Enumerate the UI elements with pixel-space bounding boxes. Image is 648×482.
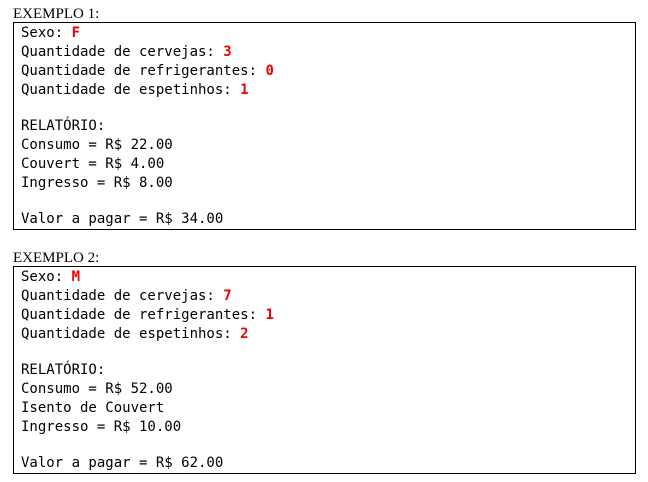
example-title: EXEMPLO 2:: [13, 250, 100, 266]
example-1-section: EXEMPLO 1: Sexo: F Quantidade de cerveja…: [13, 6, 636, 230]
input-value: 0: [265, 63, 274, 79]
input-line-refrigerantes: Quantidade de refrigerantes: 1: [21, 306, 635, 325]
example-2-section: EXEMPLO 2: Sexo: M Quantidade de cerveja…: [13, 250, 636, 474]
input-label: Quantidade de refrigerantes:: [21, 307, 266, 323]
input-value: 2: [240, 326, 249, 342]
input-line-refrigerantes: Quantidade de refrigerantes: 0: [21, 62, 635, 81]
input-value: 3: [223, 44, 232, 60]
report-line-couvert: Couvert = R$ 4.00: [21, 156, 165, 172]
input-line-cervejas: Quantidade de cervejas: 3: [21, 43, 635, 62]
input-line-sexo: Sexo: M: [21, 268, 635, 287]
total-line: Valor a pagar = R$ 34.00: [21, 211, 224, 227]
input-value: M: [71, 269, 81, 285]
input-value: 7: [223, 288, 232, 304]
input-label: Sexo:: [21, 25, 72, 41]
input-line-espetinhos: Quantidade de espetinhos: 1: [21, 81, 635, 100]
input-value: F: [71, 25, 81, 41]
console-output-box: Sexo: F Quantidade de cervejas: 3 Quanti…: [13, 22, 636, 230]
report-line-consumo: Consumo = R$ 52.00: [21, 381, 173, 397]
input-line-espetinhos: Quantidade de espetinhos: 2: [21, 325, 635, 344]
report-heading: RELATÓRIO:: [21, 362, 106, 378]
input-value: 1: [265, 307, 274, 323]
input-label: Quantidade de cervejas:: [21, 288, 224, 304]
example-title: EXEMPLO 1:: [13, 6, 100, 22]
input-line-sexo: Sexo: F: [21, 24, 635, 43]
input-line-cervejas: Quantidade de cervejas: 7: [21, 287, 635, 306]
input-label: Sexo:: [21, 269, 72, 285]
report-heading: RELATÓRIO:: [21, 118, 106, 134]
input-label: Quantidade de espetinhos:: [21, 326, 241, 342]
input-label: Quantidade de refrigerantes:: [21, 63, 266, 79]
console-output-box: Sexo: M Quantidade de cervejas: 7 Quanti…: [13, 266, 636, 474]
input-value: 1: [240, 82, 249, 98]
report-line-consumo: Consumo = R$ 22.00: [21, 137, 173, 153]
report-line-ingresso: Ingresso = R$ 8.00: [21, 175, 173, 191]
input-label: Quantidade de espetinhos:: [21, 82, 241, 98]
input-label: Quantidade de cervejas:: [21, 44, 224, 60]
total-line: Valor a pagar = R$ 62.00: [21, 455, 224, 471]
report-line-ingresso: Ingresso = R$ 10.00: [21, 419, 182, 435]
report-line-couvert: Isento de Couvert: [21, 400, 165, 416]
